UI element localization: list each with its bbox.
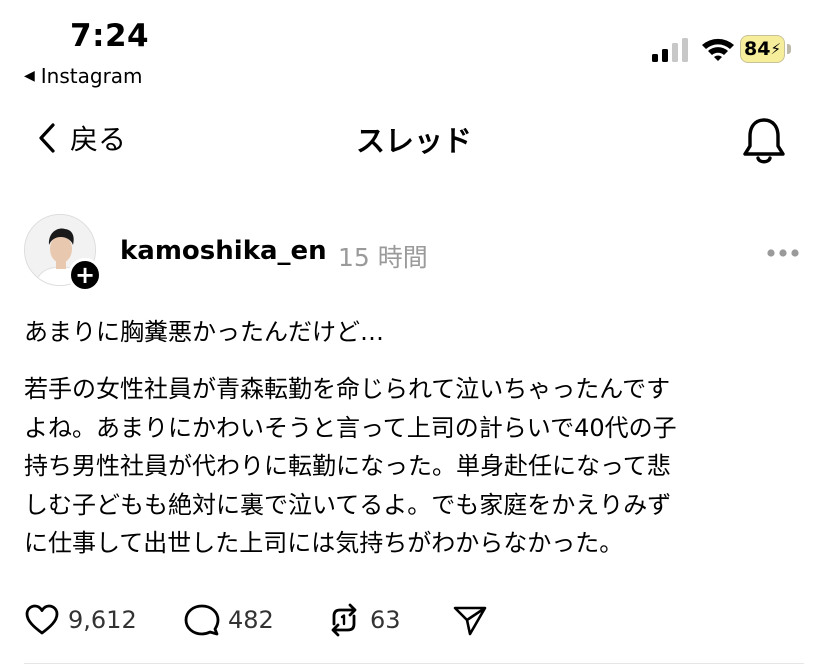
back-to-app-link[interactable]: ◀ Instagram [24,64,143,88]
post-actions: 9,612 482 63 [24,600,488,640]
post-timestamp: 15 時間 [338,243,428,272]
plus-icon: + [74,261,96,289]
comment-button[interactable]: 482 [184,602,326,638]
back-app-label: Instagram [40,64,143,88]
bell-icon[interactable] [740,114,788,166]
post-body-line: 持ち男性社員が代わりに転勤になった。単身赴任になって悲 [24,452,671,480]
cellular-signal-icon [652,38,688,62]
like-count: 9,612 [68,606,137,634]
more-icon[interactable] [766,248,800,258]
repost-count: 63 [370,606,401,634]
repost-icon [331,603,357,637]
post-first-line: あまりに胸糞悪かったんだけど… [24,318,384,346]
share-button[interactable] [452,602,488,638]
back-triangle-icon: ◀ [24,68,35,84]
post-body-line: よね。あまりにかわいそうと言って上司の計らいで40代の子 [24,413,677,442]
comment-count: 482 [228,606,274,634]
post-body-line: に仕事して出世した上司には気持ちがわからなかった。 [24,529,624,557]
follow-button[interactable]: + [68,258,102,292]
page-title: スレッド [355,124,472,158]
status-time: 7:24 [70,18,150,54]
divider [24,663,804,664]
post-body: 若手の女性社員が青森転勤を命じられて泣いちゃったんです よね。あまりにかわいそう… [24,370,814,563]
wifi-icon [702,38,734,61]
send-icon [453,606,487,636]
battery-indicator: 84 ⚡ [740,35,792,63]
post-username[interactable]: kamoshika_en [120,236,327,266]
comment-icon [184,604,220,636]
like-button[interactable]: 9,612 [24,602,184,638]
post-body-line: 若手の女性社員が青森転勤を命じられて泣いちゃったんです [24,375,671,403]
post-body-line: しむ子どもも絶対に裏で泣いてるよ。でも家庭をかえりみず [24,490,672,519]
battery-percent: 84 [744,38,771,60]
repost-button[interactable]: 63 [326,602,452,638]
heart-icon [25,604,59,635]
